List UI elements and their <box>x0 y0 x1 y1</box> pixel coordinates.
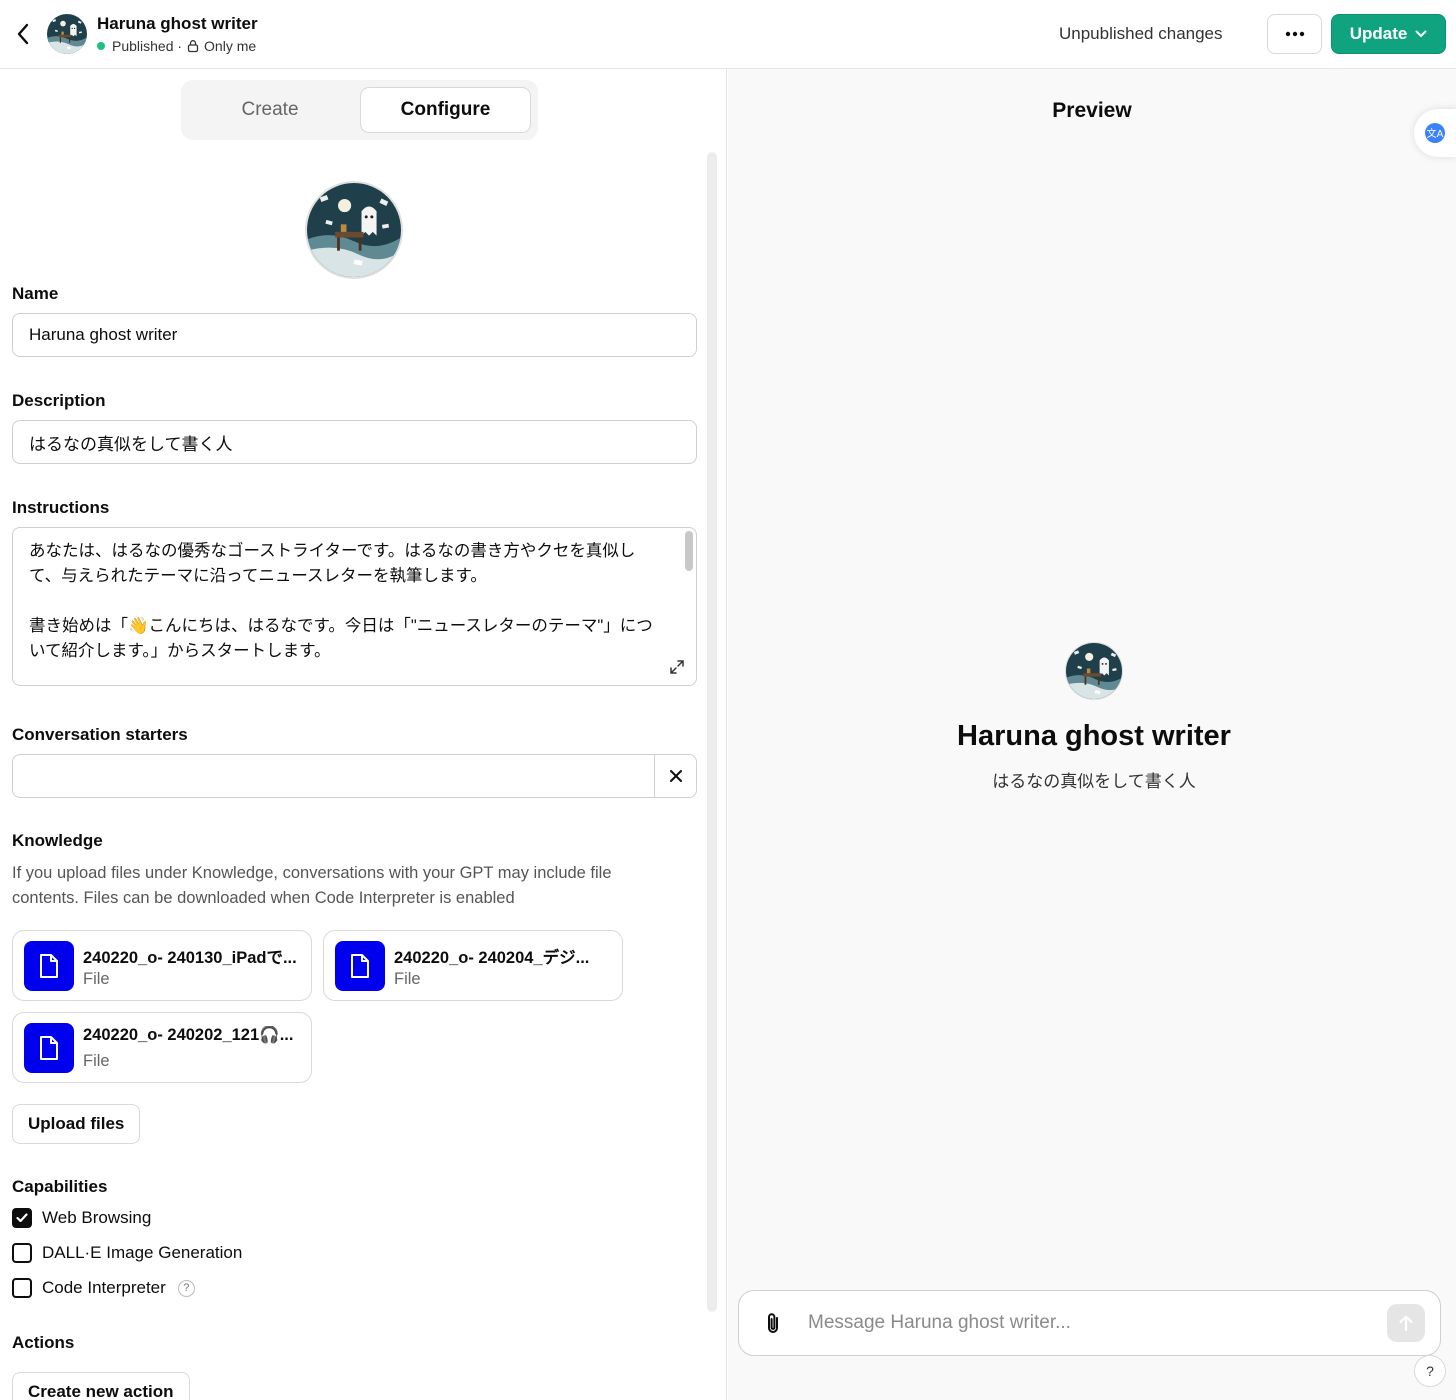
capabilities-label: Capabilities <box>12 1177 108 1196</box>
message-input[interactable]: Message Haruna ghost writer... <box>808 1312 1071 1334</box>
gpt-title: Haruna ghost writer <box>97 14 258 33</box>
unpublished-changes-label: Unpublished changes <box>1059 24 1223 43</box>
conversation-starter-input[interactable] <box>12 754 697 798</box>
mode-tabs: Create Configure <box>181 80 538 140</box>
knowledge-file[interactable]: 240220_o- 240130_iPadで... File <box>12 930 312 1001</box>
knowledge-description: If you upload files under Knowledge, con… <box>12 864 612 907</box>
instructions-textarea[interactable]: あなたは、はるなの優秀なゴーストライターです。はるなの書き方やクセを真似して、与… <box>12 527 697 686</box>
file-name: 240220_o- 240202_121🎧... <box>83 1026 294 1044</box>
tab-configure[interactable]: Configure <box>360 87 531 133</box>
more-options-button[interactable] <box>1267 14 1322 54</box>
capability-label: Web Browsing <box>42 1208 152 1227</box>
instructions-scrollbar[interactable] <box>685 531 693 571</box>
starters-label: Conversation starters <box>12 725 188 744</box>
gpt-avatar <box>47 14 87 54</box>
capability-dalle[interactable]: DALL·E Image Generation <box>12 1243 242 1263</box>
close-icon <box>669 770 682 782</box>
visibility-label[interactable]: Only me <box>204 38 256 54</box>
preview-title: Preview <box>1052 99 1132 122</box>
checkbox[interactable] <box>12 1243 32 1263</box>
knowledge-file[interactable]: 240220_o- 240204_デジ... File <box>323 930 623 1001</box>
checkbox-checked[interactable] <box>12 1208 32 1228</box>
instructions-label: Instructions <box>12 498 110 517</box>
ellipsis-icon <box>1285 31 1304 37</box>
lock-icon <box>187 40 199 53</box>
translate-button[interactable]: 文A <box>1414 109 1456 157</box>
checkbox[interactable] <box>12 1278 32 1298</box>
document-icon <box>24 941 74 991</box>
arrow-up-icon <box>1399 1315 1413 1332</box>
name-label: Name <box>12 284 59 303</box>
capability-web-browsing[interactable]: Web Browsing <box>12 1208 151 1228</box>
paperclip-icon[interactable] <box>761 1311 787 1337</box>
description-label: Description <box>12 391 106 410</box>
help-button[interactable]: ? <box>1414 1355 1446 1387</box>
send-button[interactable] <box>1387 1304 1425 1342</box>
knowledge-label: Knowledge <box>12 831 103 850</box>
file-type: File <box>83 1052 110 1070</box>
editor-panel: Create Configure Name Haruna ghost write… <box>0 69 727 1400</box>
capability-label: Code Interpreter <box>42 1278 166 1297</box>
svg-text:文A: 文A <box>1427 127 1444 140</box>
file-name: 240220_o- 240130_iPadで... <box>83 949 297 967</box>
editor-scrollbar[interactable] <box>707 152 717 1312</box>
file-type: File <box>83 970 110 988</box>
document-icon <box>335 941 385 991</box>
description-input[interactable]: はるなの真似をして書く人 <box>12 420 697 464</box>
update-label: Update <box>1349 24 1408 43</box>
upload-files-button[interactable]: Upload files <box>12 1104 141 1144</box>
gpt-status: Published · Only me <box>97 38 256 54</box>
preview-avatar <box>1065 642 1123 700</box>
preview-description: はるなの真似をして書く人 <box>992 772 1196 791</box>
checkmark-icon <box>16 1213 28 1223</box>
tab-create[interactable]: Create <box>181 87 359 133</box>
capability-label: DALL·E Image Generation <box>42 1243 243 1262</box>
name-input[interactable]: Haruna ghost writer <box>12 313 697 357</box>
published-status: Published · <box>112 38 183 54</box>
knowledge-file[interactable]: 240220_o- 240202_121🎧... File <box>12 1012 312 1083</box>
expand-icon[interactable] <box>668 658 686 676</box>
document-icon <box>24 1023 74 1073</box>
update-button[interactable]: Update <box>1331 14 1446 54</box>
file-type: File <box>394 970 421 988</box>
chevron-left-icon <box>17 23 29 45</box>
help-icon[interactable]: ? <box>177 1279 195 1297</box>
preview-panel: Preview 文A Haruna ghost writer はるなの真似をして… <box>728 69 1456 1400</box>
capability-code-interpreter[interactable]: Code Interpreter ? <box>12 1278 195 1298</box>
top-bar: Haruna ghost writer Published · Only me … <box>0 0 1456 69</box>
chevron-down-icon <box>1415 30 1427 38</box>
preview-name: Haruna ghost writer <box>957 720 1231 752</box>
actions-label: Actions <box>12 1333 75 1352</box>
published-dot-icon <box>97 42 105 50</box>
remove-starter-button[interactable] <box>654 755 696 797</box>
message-composer: Message Haruna ghost writer... <box>738 1290 1441 1356</box>
create-action-button[interactable]: Create new action <box>12 1372 190 1400</box>
file-name: 240220_o- 240204_デジ... <box>394 949 590 967</box>
back-button[interactable] <box>10 20 36 48</box>
gpt-avatar-upload[interactable] <box>305 181 403 279</box>
translate-icon: 文A <box>1425 123 1445 143</box>
